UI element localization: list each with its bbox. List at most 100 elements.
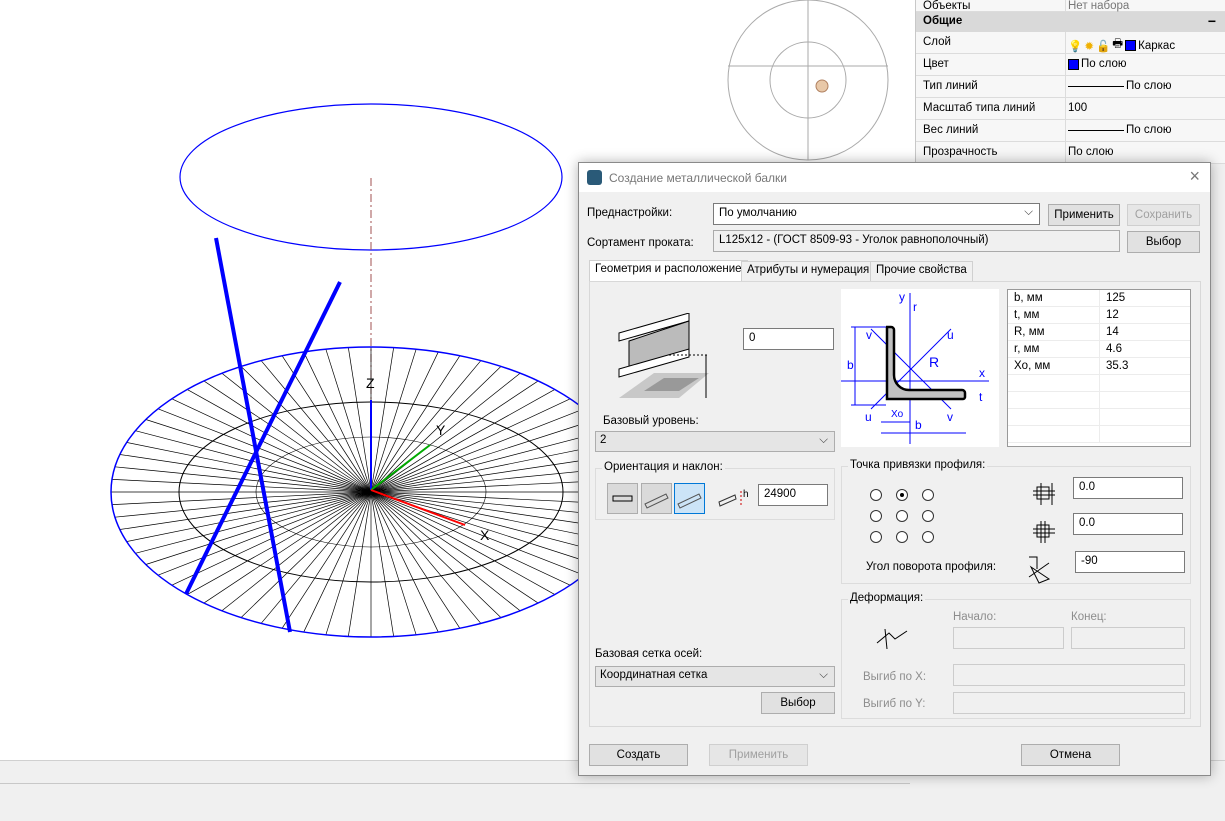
end-input[interactable] (1071, 627, 1185, 649)
apply-button[interactable]: Применить (709, 744, 808, 766)
chevron-down-icon: ⌵ (1024, 206, 1033, 218)
section-general[interactable]: Общие − (916, 12, 1225, 32)
anchor-radio-top-right[interactable] (922, 489, 934, 501)
anchor-radio-bottom-right[interactable] (922, 531, 934, 543)
orientation-horizontal-button[interactable] (607, 483, 638, 514)
radial-line (370, 430, 607, 493)
radial-line (370, 491, 395, 637)
param-name (1008, 392, 1100, 409)
prop-value: По слою (1126, 80, 1172, 92)
anchor-radio-middle-left[interactable] (870, 510, 882, 522)
choose-assortment-button[interactable]: Выбор (1127, 231, 1200, 253)
offset-input[interactable]: 0 (743, 328, 834, 350)
prop-key: Вес линий (923, 124, 979, 136)
rotation-label: Угол поворота профиля: (866, 561, 997, 573)
b-label: b (847, 358, 854, 372)
anchor-radio-top-left[interactable] (870, 489, 882, 501)
rotation-input[interactable]: -90 (1075, 551, 1185, 573)
r-label: r (913, 300, 917, 314)
prop-key: Слой (923, 36, 951, 48)
height-input[interactable]: 24900 (758, 484, 828, 506)
sun-icon: ✹ (1084, 40, 1094, 53)
radial-line (370, 351, 439, 493)
axis-label-y: Y (436, 422, 446, 438)
collapse-icon[interactable]: − (1208, 13, 1216, 29)
base-level-select[interactable]: 2 ⌵ (595, 431, 835, 452)
radial-line (347, 491, 372, 637)
create-button[interactable]: Создать (589, 744, 688, 766)
section-params-table: b, мм 125 t, мм 12 R, мм 14 r, мм 4.6 Xo, мм 35.3 (1007, 289, 1191, 447)
save-preset-button[interactable]: Сохранить (1127, 204, 1200, 226)
prop-row-layer[interactable]: Слой 💡 ✹ 🔓 🖶 Каркас (916, 32, 1225, 54)
bend-y-input[interactable] (953, 692, 1185, 714)
prop-key: Тип линий (923, 80, 978, 92)
prop-value: Каркас (1138, 39, 1176, 52)
anchor-radio-top-center[interactable] (896, 489, 908, 501)
anchor-radio-middle-right[interactable] (922, 510, 934, 522)
prop-row-linescale[interactable]: Масштаб типа линий 100 (916, 98, 1225, 120)
anchor-label: Точка привязки профиля: (848, 459, 988, 471)
radial-line (370, 491, 439, 633)
offset-x-input[interactable]: 0.0 (1073, 477, 1183, 499)
presets-label: Преднастройки: (587, 207, 673, 219)
prop-row-color[interactable]: Цвет По слою (916, 54, 1225, 76)
anchor-radio-middle-center[interactable] (896, 510, 908, 522)
radial-line (370, 491, 482, 624)
offset-y-input[interactable]: 0.0 (1073, 513, 1183, 535)
angle-section-diagram: y r v u R x b t u Xo b v (841, 289, 999, 447)
radial-line (370, 360, 482, 493)
prop-row-transparency[interactable]: Прозрачность По слою (916, 142, 1225, 164)
orientation-tilt-button[interactable] (641, 483, 672, 514)
radial-line (303, 351, 372, 493)
choose-grid-button[interactable]: Выбор (761, 692, 835, 714)
v-label: v (866, 328, 872, 342)
prop-value: 100 (1068, 102, 1088, 114)
assortment-label: Сортамент проката: (587, 237, 694, 249)
anchor-radio-bottom-center[interactable] (896, 531, 908, 543)
grid-label: Базовая сетка осей: (595, 648, 703, 660)
prop-row-lineweight[interactable]: Вес линий По слою (916, 120, 1225, 142)
cancel-button[interactable]: Отмена (1021, 744, 1120, 766)
title-bar[interactable]: Создание металлической балки × (579, 163, 1210, 192)
grid-select[interactable]: Координатная сетка ⌵ (595, 666, 835, 687)
prop-row-linetype[interactable]: Тип линий По слою (916, 76, 1225, 98)
radial-line (370, 347, 395, 493)
u-label: u (865, 410, 872, 424)
u-label: u (947, 328, 954, 342)
param-name (1008, 426, 1100, 443)
ucs-x-axis (370, 489, 466, 526)
anchor-radio-bottom-left[interactable] (870, 531, 882, 543)
tab-attributes[interactable]: Атрибуты и нумерация (741, 261, 876, 281)
radial-line (260, 360, 372, 493)
tab-geometry[interactable]: Геометрия и расположение (589, 260, 748, 282)
chevron-down-icon: ⌵ (819, 434, 828, 446)
line-sample (1068, 129, 1124, 131)
tab-other[interactable]: Прочие свойства (870, 261, 973, 281)
param-value: 4.6 (1100, 341, 1190, 358)
beam-line (184, 281, 342, 595)
prop-value: По слою (1068, 146, 1114, 158)
chevron-down-icon: ⌵ (819, 669, 828, 681)
offset-y-icon (1033, 521, 1055, 543)
xo-label: Xo (891, 409, 904, 420)
apply-preset-button[interactable]: Применить (1048, 204, 1120, 226)
end-label: Конец: (1071, 611, 1107, 623)
orientation-label: Ориентация и наклон: (602, 461, 725, 473)
beam-level-icon (618, 313, 709, 398)
bend-x-input[interactable] (953, 664, 1185, 686)
close-icon[interactable]: × (1189, 166, 1200, 187)
orientation-slope-button[interactable] (674, 483, 705, 514)
compass-marker (815, 79, 829, 93)
axis-label-x: X (480, 527, 490, 543)
presets-select[interactable]: По умолчанию ⌵ (713, 203, 1040, 225)
prop-row-objects: Объекты Нет набора (916, 0, 1225, 18)
base-level-label: Базовый уровень: (603, 415, 699, 427)
prop-key: Цвет (923, 58, 949, 70)
param-name: t, мм (1008, 307, 1100, 324)
prop-key: Прозрачность (923, 146, 998, 158)
start-input[interactable] (953, 627, 1064, 649)
param-value (1100, 426, 1190, 443)
radial-line (370, 491, 607, 554)
color-swatch (1068, 58, 1079, 70)
color-swatch (1125, 40, 1137, 51)
